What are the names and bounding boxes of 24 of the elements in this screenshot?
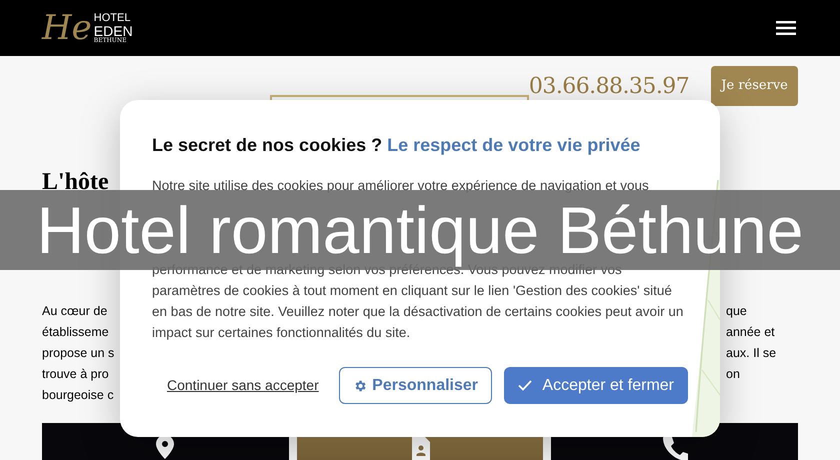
customize-button[interactable]: Personnaliser <box>338 367 492 404</box>
gear-icon <box>353 378 368 392</box>
continue-link[interactable]: Continuer sans accepter <box>167 375 319 396</box>
logo-text: EDEN <box>94 24 133 38</box>
dialog-subtitle: Le respect de votre vie privée <box>387 135 640 155</box>
menu-icon[interactable] <box>776 21 796 35</box>
paragraph-line: bourgeoise c <box>42 387 115 404</box>
logo-monogram: He <box>42 11 92 45</box>
paragraph-line: établisseme <box>42 324 110 341</box>
dialog-text: Notre site utilise des cookies pour améliorer votre expérience de navigation et vous <box>152 177 650 195</box>
check-icon <box>518 380 532 391</box>
paragraph-line: aux. Il se <box>726 345 778 362</box>
logo-text: HOTEL <box>94 12 132 24</box>
paragraph-line: année et <box>726 324 776 341</box>
paragraph-line: propose un s <box>42 345 116 362</box>
paragraph-line: que <box>726 303 748 320</box>
phone-number[interactable]: 03.66.88.35.97 <box>528 70 690 103</box>
page-heading: L'hôte <box>42 168 109 197</box>
dialog-title: Le secret de nos cookies ? <box>152 135 382 155</box>
paragraph-line: on <box>726 366 741 383</box>
accept-button[interactable]: Accepter et fermer <box>504 367 688 404</box>
reserve-button[interactable]: Je réserve <box>711 66 798 106</box>
paragraph-line: trouve à pro <box>42 366 110 383</box>
paragraph-line: Au cœur de <box>42 303 108 320</box>
